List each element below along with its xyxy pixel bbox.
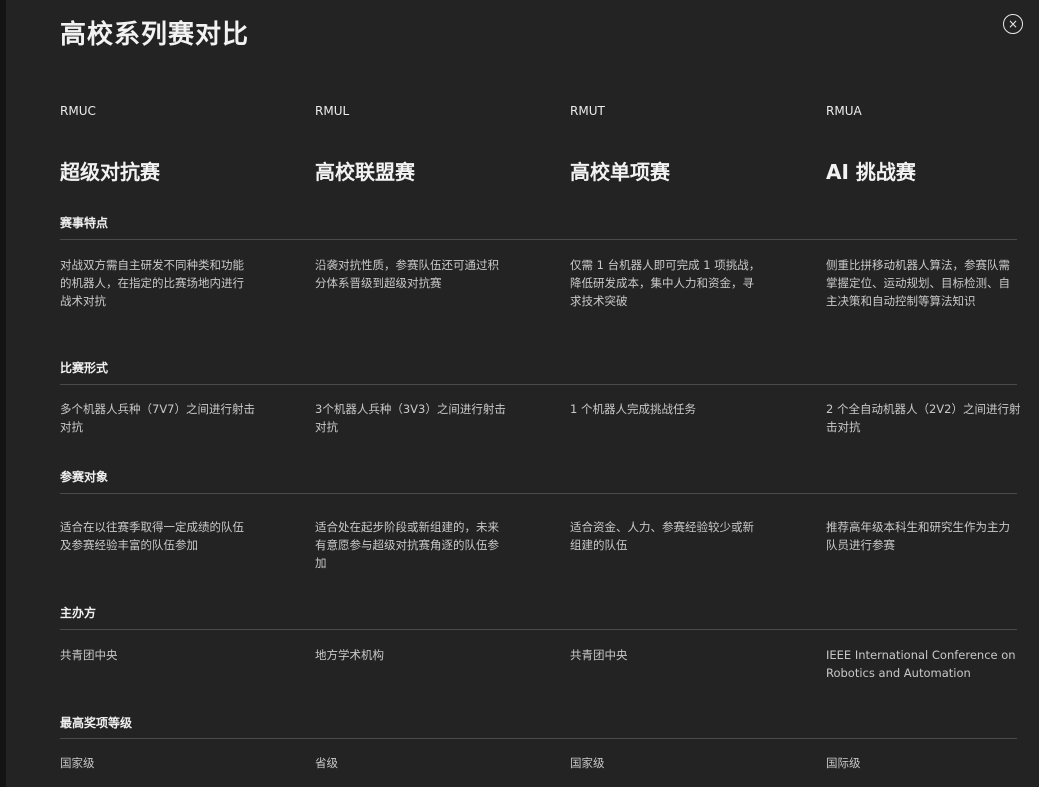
left-edge-strip — [0, 0, 6, 787]
section-heading-participants: 参赛对象 — [60, 470, 109, 484]
section-divider — [60, 493, 1017, 494]
table-cell: 适合资金、人力、参赛经验较少或新组建的队伍 — [570, 520, 754, 552]
table-cell: 仅需 1 台机器人即可完成 1 项挑战，降低研发成本，集中人力和资金，寻求技术突… — [570, 258, 761, 308]
section-heading-features: 赛事特点 — [60, 216, 109, 230]
page-title: 高校系列赛对比 — [60, 20, 250, 50]
table-cell: 沿袭对抗性质，参赛队伍还可通过积分体系晋级到超级对抗赛 — [315, 258, 499, 290]
table-cell: 侧重比拼移动机器人算法，参赛队需掌握定位、运动规划、目标检测、自主决策和自动控制… — [826, 258, 1010, 308]
column-name-rmuc: 超级对抗赛 — [60, 160, 160, 184]
table-cell: 地方学术机构 — [315, 648, 384, 662]
section-divider — [60, 384, 1017, 385]
table-cell: IEEE International Conference on Robotic… — [826, 648, 1016, 680]
section-heading-award-level: 最高奖项等级 — [60, 716, 133, 730]
table-cell: 1 个机器人完成挑战任务 — [570, 402, 696, 416]
section-divider — [60, 239, 1017, 240]
table-cell: 对战双方需自主研发不同种类和功能的机器人，在指定的比赛场地内进行战术对抗 — [60, 258, 244, 308]
table-cell: 2 个全自动机器人（2V2）之间进行射击对抗 — [826, 402, 1021, 434]
table-cell: 国家级 — [60, 756, 95, 770]
table-cell: 推荐高年级本科生和研究生作为主力队员进行参赛 — [826, 520, 1010, 552]
column-code-rmua: RMUA — [826, 104, 862, 118]
table-cell: 适合在以往赛季取得一定成绩的队伍及参赛经验丰富的队伍参加 — [60, 520, 244, 552]
table-cell: 国际级 — [826, 756, 861, 770]
column-name-rmua: AI 挑战赛 — [826, 160, 916, 184]
section-divider — [60, 629, 1017, 630]
section-heading-organizer: 主办方 — [60, 606, 97, 620]
table-cell: 3个机器人兵种（3V3）之间进行射击对抗 — [315, 402, 506, 434]
table-cell: 国家级 — [570, 756, 605, 770]
table-cell: 共青团中央 — [60, 648, 118, 662]
table-cell: 共青团中央 — [570, 648, 628, 662]
table-cell: 省级 — [315, 756, 338, 770]
table-cell: 适合处在起步阶段或新组建的，未来有意愿参与超级对抗赛角逐的队伍参加 — [315, 520, 499, 570]
column-name-rmul: 高校联盟赛 — [315, 160, 415, 184]
column-code-rmuc: RMUC — [60, 104, 96, 118]
column-code-rmul: RMUL — [315, 104, 350, 118]
section-heading-format: 比赛形式 — [60, 361, 109, 375]
close-button[interactable]: × — [1003, 14, 1023, 34]
close-icon: × — [1007, 17, 1019, 31]
section-divider — [60, 738, 1017, 739]
table-cell: 多个机器人兵种（7V7）之间进行射击对抗 — [60, 402, 255, 434]
column-code-rmut: RMUT — [570, 104, 605, 118]
column-name-rmut: 高校单项赛 — [570, 160, 670, 184]
